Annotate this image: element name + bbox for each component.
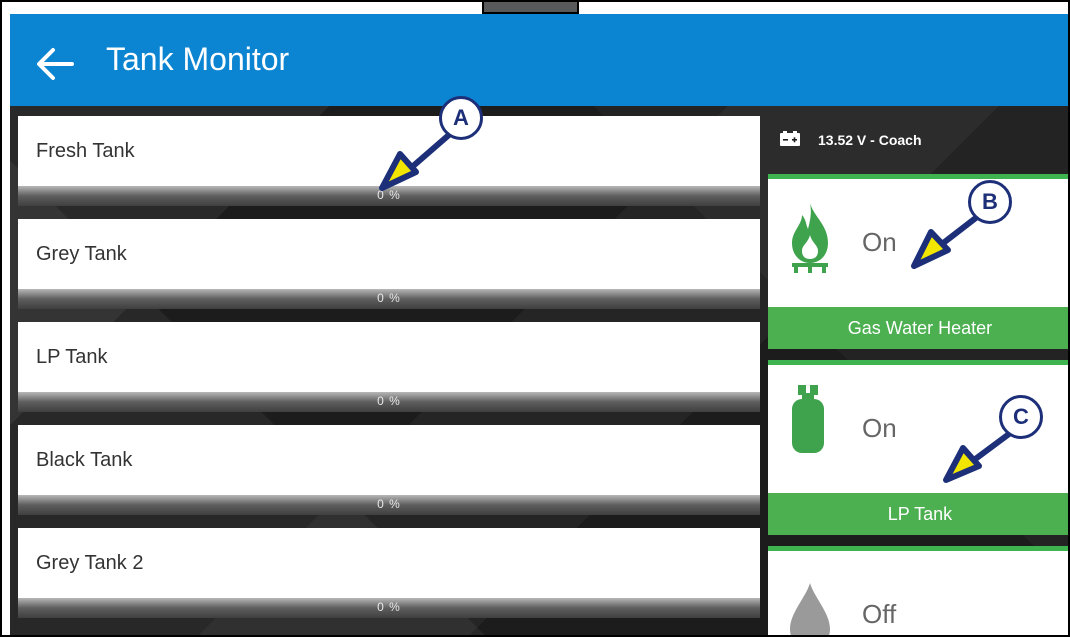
callout-c: C	[999, 395, 1043, 439]
tank-percent: 0 %	[377, 291, 401, 305]
tile-label: Gas Water Heater	[768, 307, 1068, 349]
callout-a: A	[439, 96, 483, 140]
tank-percent: 0 %	[377, 497, 401, 511]
tank-card-grey-2[interactable]: Grey Tank 2 0 %	[18, 528, 760, 618]
lp-cylinder-icon	[792, 385, 824, 453]
tank-card-black[interactable]: Black Tank 0 %	[18, 425, 760, 515]
tank-card-grey[interactable]: Grey Tank 0 %	[18, 219, 760, 309]
tank-name: Fresh Tank	[36, 140, 135, 162]
tank-card-lp[interactable]: LP Tank 0 %	[18, 322, 760, 412]
tile-state: On	[862, 227, 897, 257]
top-tab	[482, 2, 579, 14]
app-header: Tank Monitor	[10, 14, 1068, 106]
tank-level-bar: 0 %	[18, 186, 760, 206]
tank-name: Grey Tank	[36, 243, 127, 265]
water-drop-icon	[790, 583, 830, 635]
back-arrow-icon[interactable]	[34, 44, 74, 84]
page-title: Tank Monitor	[106, 41, 290, 77]
tank-name: LP Tank	[36, 346, 108, 368]
tank-percent: 0 %	[377, 188, 401, 202]
screen-frame: Tank Monitor Fresh Tank 0 % Grey Tank 0 …	[0, 0, 1070, 637]
tank-name: Black Tank	[36, 449, 133, 471]
battery-voltage: 13.52 V - Coach	[818, 132, 922, 148]
tank-percent: 0 %	[377, 394, 401, 408]
tank-level-bar: 0 %	[18, 289, 760, 309]
callout-b: B	[968, 180, 1012, 224]
battery-icon	[780, 131, 800, 146]
tile-state: On	[862, 413, 897, 443]
tank-level-bar: 0 %	[18, 598, 760, 618]
tank-card-fresh[interactable]: Fresh Tank 0 %	[18, 116, 760, 206]
tank-level-bar: 0 %	[18, 392, 760, 412]
content-area: Fresh Tank 0 % Grey Tank 0 % LP Tank 0 %…	[10, 106, 1068, 635]
tile-gas-water-heater[interactable]: On Gas Water Heater	[768, 174, 1068, 349]
tank-level-bar: 0 %	[18, 495, 760, 515]
flame-icon	[792, 203, 828, 273]
tile-water-pump[interactable]: Off	[768, 546, 1068, 635]
tile-label: LP Tank	[768, 493, 1068, 535]
tile-lp-tank[interactable]: On LP Tank	[768, 360, 1068, 535]
tank-name: Grey Tank 2	[36, 552, 144, 574]
tile-state: Off	[862, 599, 897, 629]
tank-percent: 0 %	[377, 600, 401, 614]
